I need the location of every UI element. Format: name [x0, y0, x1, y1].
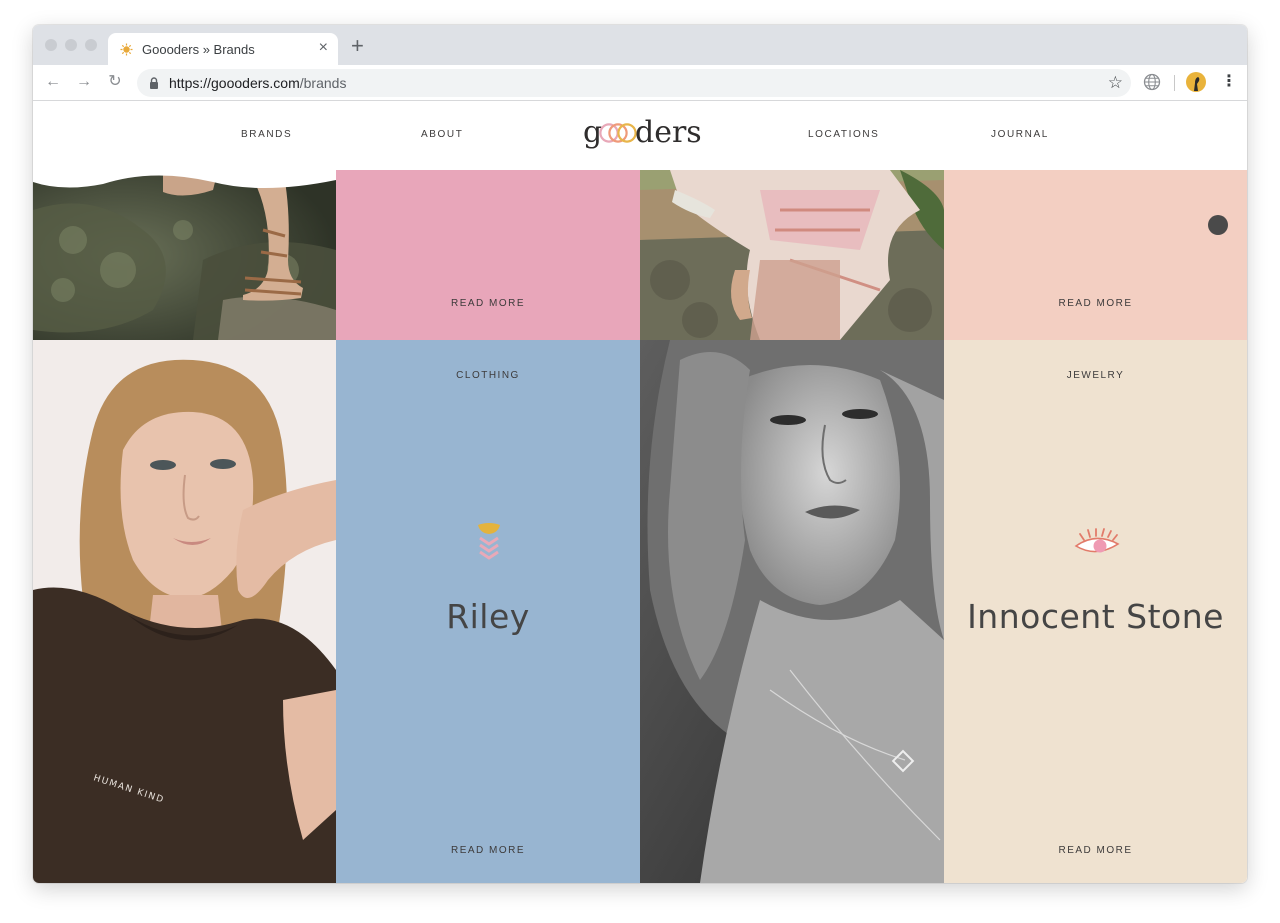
photo-woman-necklace[interactable]: [640, 340, 944, 883]
url-text[interactable]: https://goooders.com/brands: [169, 75, 346, 91]
maximize-window-button[interactable]: [85, 39, 97, 51]
minimize-window-button[interactable]: [65, 39, 77, 51]
browser-menu-icon[interactable]: ⋮: [1221, 73, 1237, 91]
nav-locations[interactable]: LOCATIONS: [808, 129, 879, 140]
brand-card-peach[interactable]: READ MORE: [944, 170, 1247, 340]
woman-tshirt-image: HUMAN KIND: [33, 340, 336, 883]
photo-rocks-sandals[interactable]: [33, 170, 336, 340]
brand-name[interactable]: Riley: [336, 597, 640, 636]
avatar-silhouette-icon: [1194, 77, 1200, 91]
toolbar-separator: [1174, 75, 1175, 91]
back-icon[interactable]: ←: [43, 72, 63, 92]
brand-grid: READ MORE READ MORE HUMAN KIND CLOTHING …: [33, 170, 1247, 883]
tab-goooders-brands[interactable]: Goooders » Brands ×: [108, 33, 338, 65]
nav-about[interactable]: ABOUT: [421, 129, 463, 140]
tab-strip: Goooders » Brands × +: [33, 25, 1247, 65]
address-bar[interactable]: https://goooders.com/brands ☆: [137, 69, 1131, 97]
profile-avatar[interactable]: [1186, 72, 1206, 92]
url-path: /brands: [299, 75, 347, 91]
read-more-link[interactable]: READ MORE: [336, 298, 640, 309]
woman-necklace-image: [640, 340, 944, 883]
close-window-button[interactable]: [45, 39, 57, 51]
photo-scarf-dress[interactable]: [640, 170, 944, 340]
eye-icon: [1074, 528, 1120, 553]
photo-woman-tshirt[interactable]: HUMAN KIND: [33, 340, 336, 883]
rocks-sandals-image: [33, 170, 336, 340]
browser-toolbar: ← → ↻ https://goooders.com/brands ☆ ⋮: [33, 65, 1247, 101]
browser-window: Goooders » Brands × + ← → ↻ https://gooo…: [33, 25, 1247, 883]
url-host: https://goooders.com: [169, 75, 300, 91]
flower-icon: [478, 523, 500, 560]
read-more-link[interactable]: READ MORE: [336, 845, 640, 856]
globe-icon[interactable]: [1143, 73, 1161, 91]
website: BRANDS ABOUT g ders LOCATIONS JOURNAL RE…: [33, 101, 1247, 883]
nav-journal[interactable]: JOURNAL: [991, 129, 1049, 140]
goooders-logo[interactable]: g ders: [583, 113, 703, 155]
forward-icon[interactable]: →: [74, 72, 94, 92]
brand-card-riley[interactable]: CLOTHING Riley READ MORE: [336, 340, 640, 883]
tab-title: Goooders » Brands: [142, 42, 255, 57]
close-tab-icon[interactable]: ×: [319, 39, 328, 57]
favicon-icon: [120, 43, 133, 56]
category-label: CLOTHING: [456, 370, 520, 381]
nav-brands[interactable]: BRANDS: [241, 129, 292, 140]
new-tab-button[interactable]: +: [351, 35, 364, 57]
read-more-link[interactable]: READ MORE: [944, 298, 1247, 309]
lock-icon: [150, 77, 158, 89]
reload-icon[interactable]: ↻: [105, 72, 125, 92]
read-more-link[interactable]: READ MORE: [944, 845, 1247, 856]
status-dot: [1208, 215, 1228, 235]
site-header: BRANDS ABOUT g ders LOCATIONS JOURNAL: [33, 101, 1247, 170]
category-label: JEWELRY: [1066, 370, 1125, 381]
brand-card-pink[interactable]: READ MORE: [336, 170, 640, 340]
scarf-dress-image: [640, 170, 944, 340]
brand-card-innocent-stone[interactable]: JEWELRY Innocent Stone READ MORE: [944, 340, 1247, 883]
brand-name[interactable]: Innocent Stone: [944, 597, 1247, 636]
logo-ders: ders: [635, 115, 702, 150]
bookmark-star-icon[interactable]: ☆: [1108, 73, 1123, 93]
